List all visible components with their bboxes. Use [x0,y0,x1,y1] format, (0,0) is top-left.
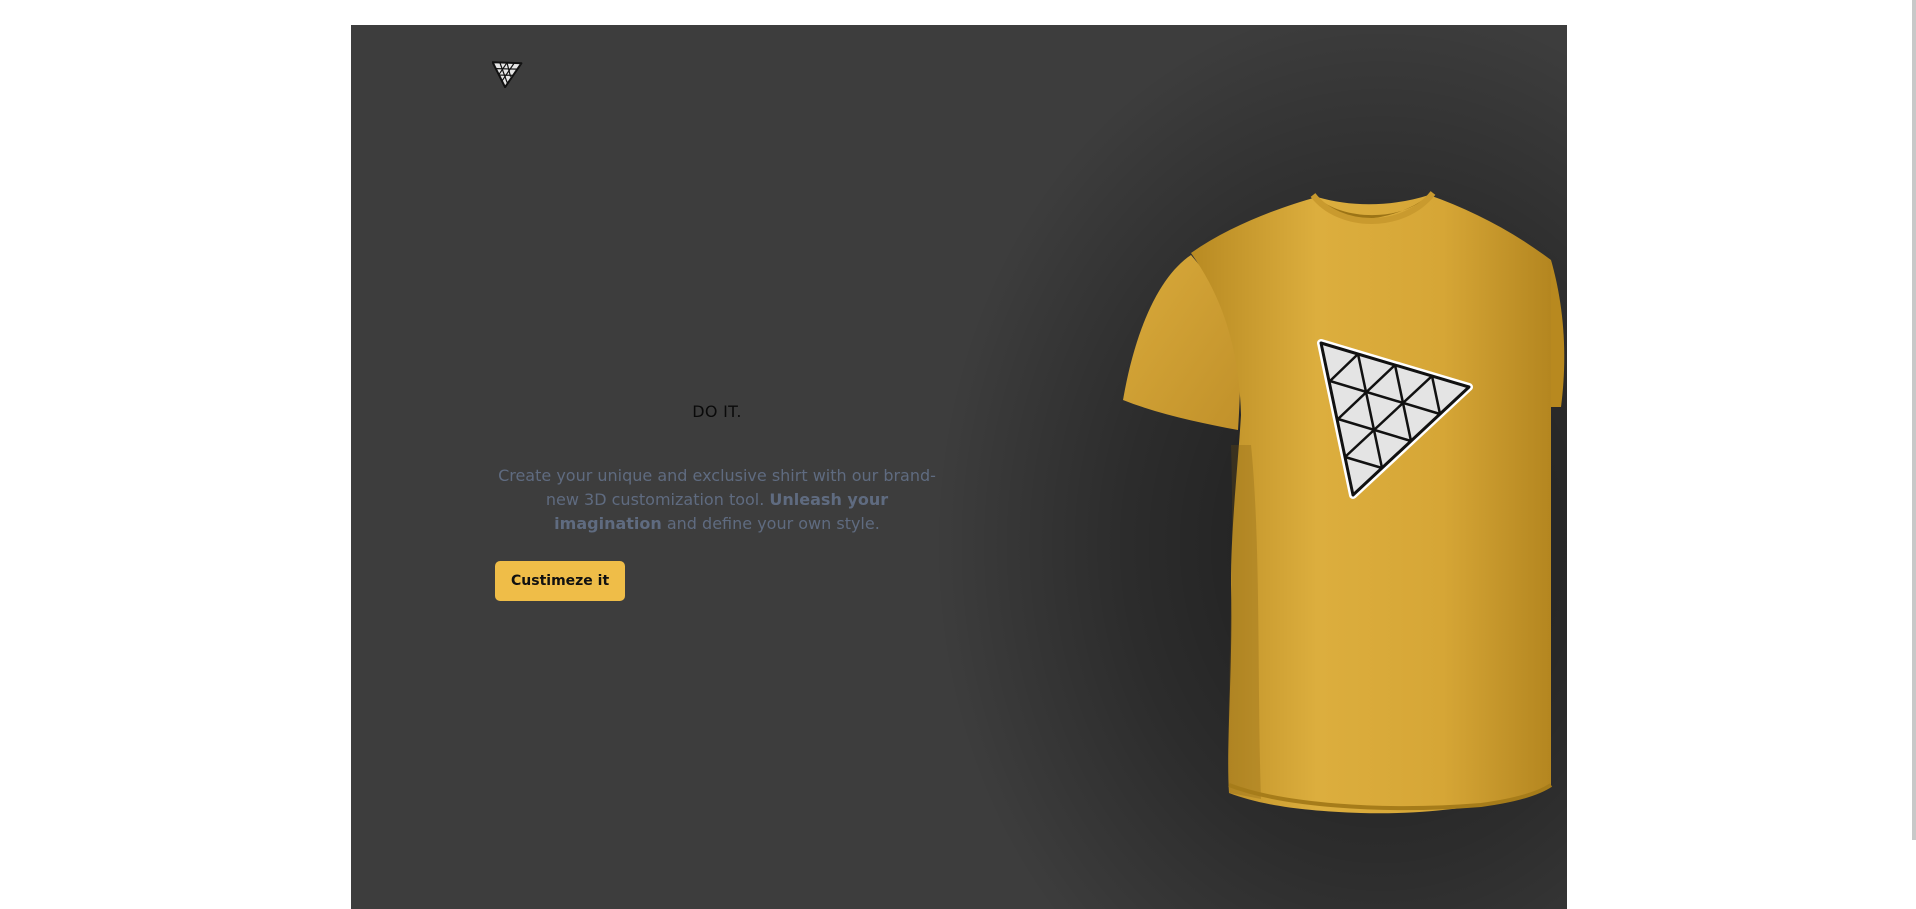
hero-headline: DO IT. [692,402,742,421]
description-text-end: and define your own style. [661,514,880,533]
hero-copy: DO IT. Create your unique and exclusive … [492,402,942,536]
hero-stage: DO IT. Create your unique and exclusive … [351,25,1567,909]
tshirt-3d-model[interactable] [1081,145,1567,865]
page-scrollbar[interactable] [1912,0,1916,840]
triangle-logo-icon[interactable] [492,56,526,88]
hero-description: Create your unique and exclusive shirt w… [492,464,942,536]
page: DO IT. Create your unique and exclusive … [0,0,1916,909]
customize-button[interactable]: Custimeze it [495,561,626,601]
